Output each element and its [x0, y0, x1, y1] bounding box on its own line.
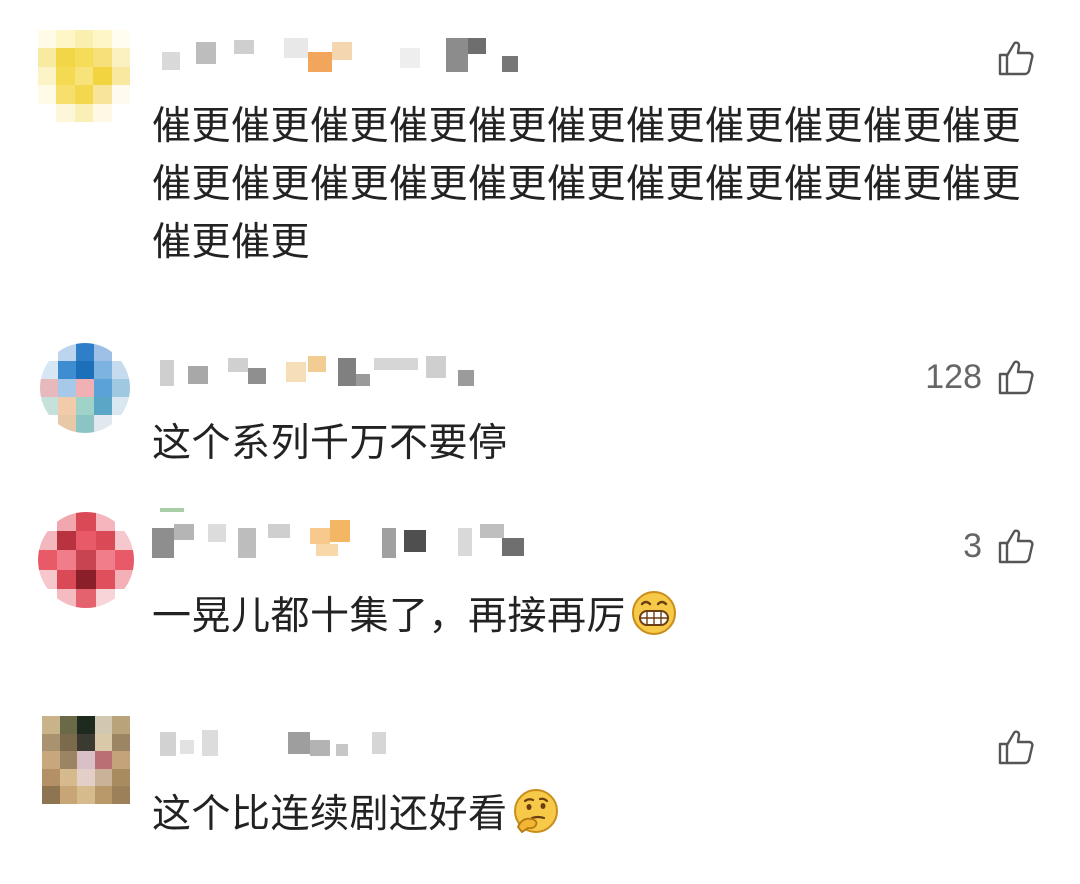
- like-button[interactable]: [982, 727, 1036, 767]
- comment-text: 这个比连续剧还好看: [152, 786, 1042, 844]
- comment-item: 这个比连续剧还好看: [0, 0, 1080, 884]
- comment-text-content: 这个比连续剧还好看: [152, 792, 508, 837]
- thinking-face-emoji: [513, 789, 558, 834]
- username-blurred[interactable]: [150, 726, 410, 766]
- avatar[interactable]: [42, 716, 130, 804]
- thumbs-up-icon: [998, 730, 1034, 765]
